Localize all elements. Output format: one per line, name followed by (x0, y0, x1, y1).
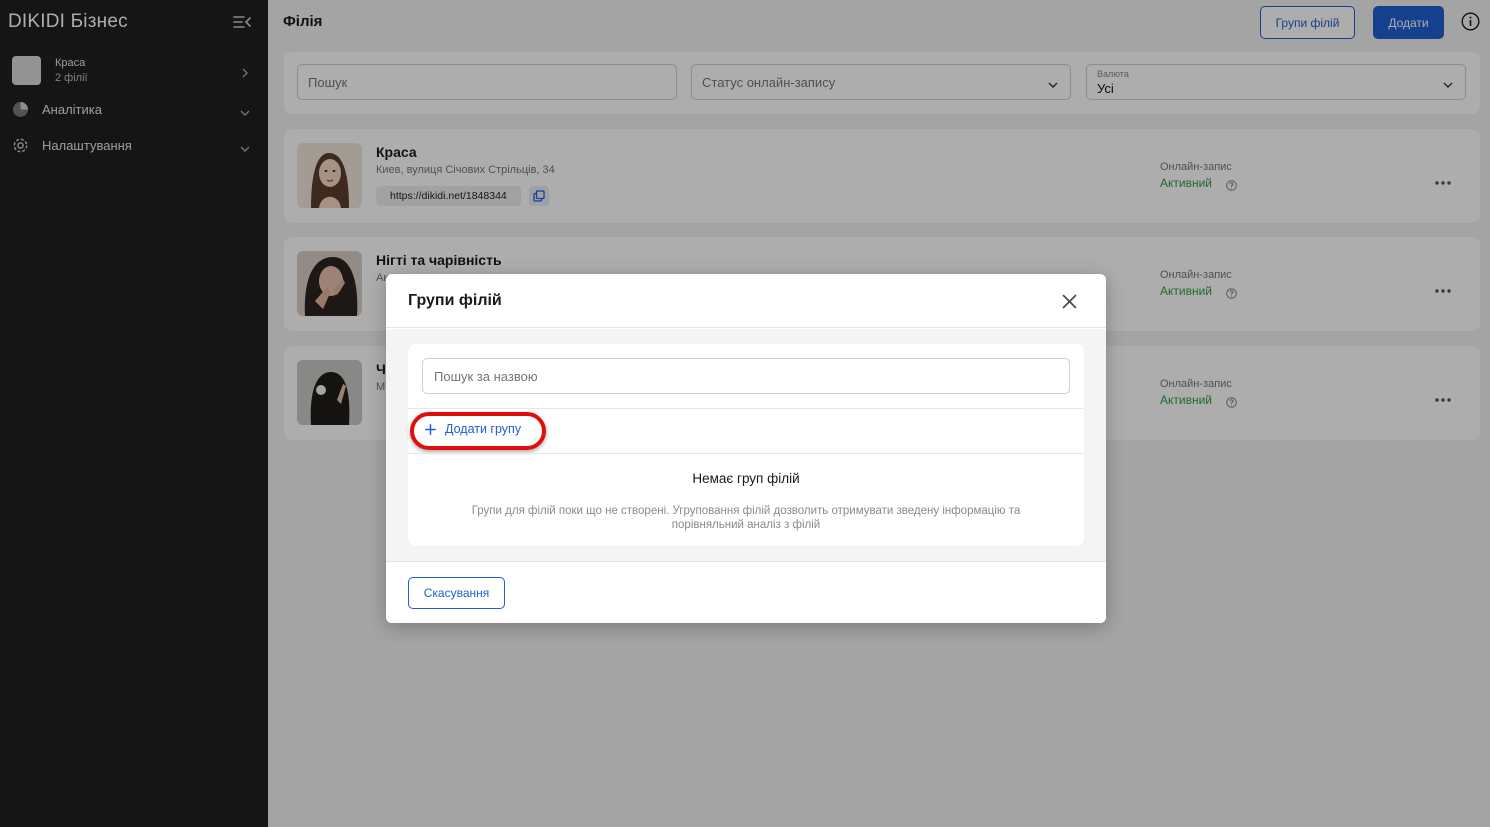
empty-state-description: Групи для філій поки що не створені. Угр… (471, 505, 1021, 531)
add-group-button[interactable]: Додати групу (425, 420, 521, 438)
close-icon[interactable] (1062, 294, 1077, 309)
modal-title: Групи філій (408, 292, 502, 309)
empty-state-title: Немає груп філій (692, 471, 800, 486)
modal-body: Додати групу Немає груп філій Групи для … (386, 329, 1106, 561)
modal-footer: Скасування (386, 561, 1106, 623)
add-group-label: Додати групу (445, 422, 522, 436)
groups-panel: Додати групу Немає груп філій Групи для … (408, 344, 1084, 546)
divider (408, 408, 1084, 409)
cancel-button[interactable]: Скасування (408, 577, 505, 609)
branch-groups-modal: Групи філій Додати групу Немає груп філі… (386, 274, 1106, 623)
modal-header: Групи філій (386, 274, 1106, 328)
plus-icon (425, 423, 436, 435)
divider (408, 453, 1084, 454)
group-search-input[interactable] (422, 358, 1070, 394)
